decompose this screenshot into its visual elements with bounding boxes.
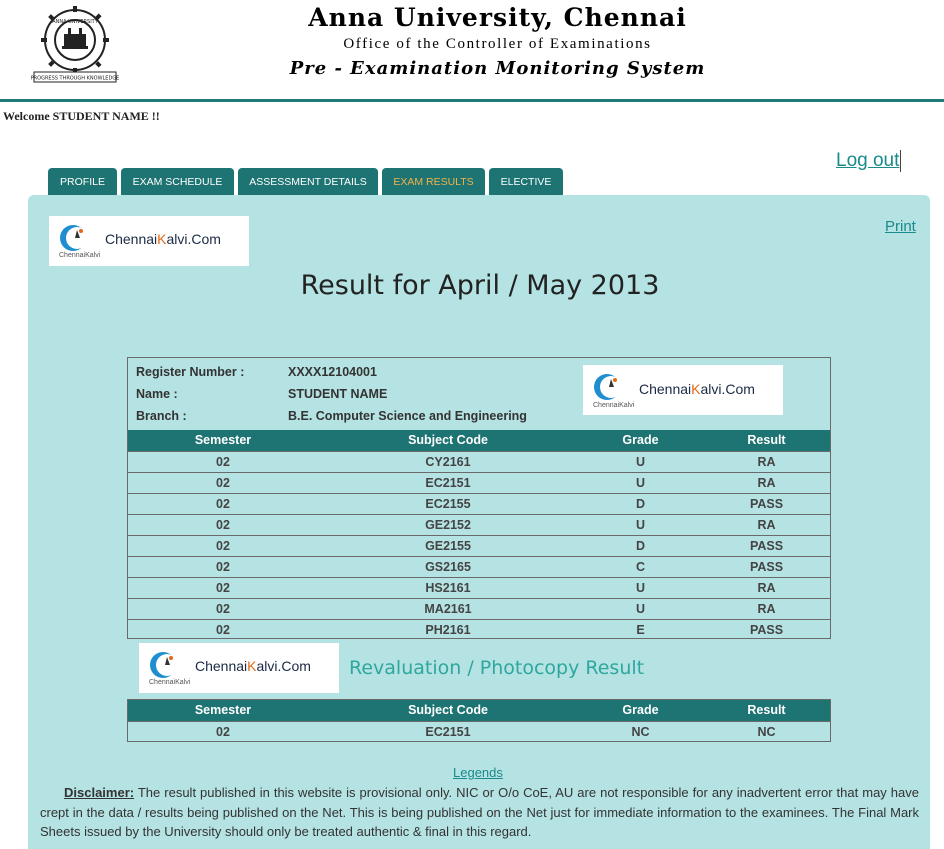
- legends-link[interactable]: Legends: [453, 765, 503, 780]
- table-cell: U: [578, 450, 703, 472]
- table-cell: 02: [128, 576, 318, 598]
- table-cell: NC: [703, 720, 830, 742]
- column-header: Grade: [578, 430, 703, 451]
- revaluation-title: Revaluation / Photocopy Result: [349, 657, 645, 679]
- table-cell: U: [578, 513, 703, 535]
- table-row: 02 GE2155 D PASS: [128, 534, 830, 556]
- revaluation-table-header: Semester Subject Code Grade Result: [128, 700, 830, 721]
- table-cell: D: [578, 534, 703, 556]
- disclaimer-body: The result published in this website is …: [40, 785, 919, 839]
- table-cell: PASS: [703, 534, 830, 556]
- table-cell: U: [578, 576, 703, 598]
- name-label: Name :: [136, 387, 178, 401]
- university-seal-icon: ANNA UNIVERSITY PROGRESS THROUGH KNOWLED…: [31, 6, 120, 83]
- table-cell: EC2151: [318, 471, 578, 493]
- table-cell: PH2161: [318, 618, 578, 640]
- tab-profile[interactable]: PROFILE: [48, 168, 117, 196]
- column-header: Semester: [128, 700, 318, 721]
- table-cell: PASS: [703, 492, 830, 514]
- table-cell: 02: [128, 597, 318, 619]
- table-cell: GE2152: [318, 513, 578, 535]
- welcome-message: Welcome STUDENT NAME !!: [3, 109, 160, 123]
- table-cell: CY2161: [318, 450, 578, 472]
- table-cell: 02: [128, 555, 318, 577]
- disclaimer-text: Disclaimer: The result published in this…: [40, 783, 919, 842]
- logout-link[interactable]: Log out: [836, 150, 902, 172]
- table-cell: U: [578, 471, 703, 493]
- table-cell: C: [578, 555, 703, 577]
- table-cell: RA: [703, 513, 830, 535]
- page-header: ANNA UNIVERSITY PROGRESS THROUGH KNOWLED…: [0, 0, 944, 100]
- table-cell: RA: [703, 471, 830, 493]
- register-number-value: XXXX12104001: [288, 365, 377, 379]
- tab-elective[interactable]: ELECTIVE: [489, 168, 563, 196]
- table-cell: RA: [703, 576, 830, 598]
- table-cell: D: [578, 492, 703, 514]
- system-title: Pre - Examination Monitoring System: [289, 58, 706, 79]
- table-cell: MA2161: [318, 597, 578, 619]
- table-cell: PASS: [703, 555, 830, 577]
- table-cell: EC2151: [318, 720, 578, 742]
- table-cell: 02: [128, 534, 318, 556]
- table-cell: 02: [128, 513, 318, 535]
- table-row: 02 EC2155 D PASS: [128, 492, 830, 514]
- table-cell: 02: [128, 618, 318, 640]
- column-header: Grade: [578, 700, 703, 721]
- watermark-emblem-icon: [150, 652, 178, 678]
- branch-value: B.E. Computer Science and Engineering: [288, 409, 527, 423]
- header-divider: [0, 99, 944, 102]
- branch-label: Branch :: [136, 409, 187, 423]
- table-cell: EC2155: [318, 492, 578, 514]
- name-value: STUDENT NAME: [288, 387, 388, 401]
- column-header: Result: [703, 700, 830, 721]
- revaluation-table: Semester Subject Code Grade Result 02 EC2…: [128, 700, 830, 742]
- table-row: 02 PH2161 E PASS: [128, 618, 830, 640]
- watermark-emblem-icon: [594, 374, 622, 400]
- table-cell: E: [578, 618, 703, 640]
- table-row: 02 EC2151 U RA: [128, 471, 830, 493]
- register-number-label: Register Number :: [136, 365, 245, 379]
- table-cell: GE2155: [318, 534, 578, 556]
- watermark-logo: ChennaiKalvi.Com ChennaiKalvi: [583, 365, 783, 415]
- table-cell: RA: [703, 597, 830, 619]
- results-table-header: Semester Subject Code Grade Result: [128, 430, 830, 451]
- result-title: Result for April / May 2013: [300, 270, 660, 301]
- table-cell: HS2161: [318, 576, 578, 598]
- tab-exam-results[interactable]: EXAM RESULTS: [382, 168, 485, 196]
- disclaimer-heading: Disclaimer:: [64, 785, 135, 800]
- table-row: 02 GS2165 C PASS: [128, 555, 830, 577]
- table-cell: 02: [128, 492, 318, 514]
- table-cell: 02: [128, 471, 318, 493]
- watermark-logo: ChennaiKalvi.Com ChennaiKalvi: [49, 216, 249, 266]
- table-cell: GS2165: [318, 555, 578, 577]
- svg-text:PROGRESS THROUGH KNOWLEDGE: PROGRESS THROUGH KNOWLEDGE: [31, 76, 120, 82]
- results-table: Semester Subject Code Grade Result 02 CY2…: [128, 430, 830, 640]
- table-row: 02 GE2152 U RA: [128, 513, 830, 535]
- watermark-logo: ChennaiKalvi.Com ChennaiKalvi: [139, 643, 339, 693]
- column-header: Result: [703, 430, 830, 451]
- column-header: Subject Code: [318, 430, 578, 451]
- table-row: 02 MA2161 U RA: [128, 597, 830, 619]
- table-cell: PASS: [703, 618, 830, 640]
- table-row: 02 HS2161 U RA: [128, 576, 830, 598]
- office-subtitle: Office of the Controller of Examinations: [343, 36, 652, 52]
- table-row: 02 EC2151 NC NC: [128, 720, 830, 742]
- table-cell: RA: [703, 450, 830, 472]
- svg-text:ANNA UNIVERSITY: ANNA UNIVERSITY: [52, 19, 99, 25]
- table-row: 02 CY2161 U RA: [128, 450, 830, 472]
- university-title: Anna University, Chennai: [308, 3, 687, 32]
- tab-exam-schedule[interactable]: EXAM SCHEDULE: [121, 168, 234, 196]
- table-cell: 02: [128, 720, 318, 742]
- column-header: Subject Code: [318, 700, 578, 721]
- tab-assessment-details[interactable]: ASSESSMENT DETAILS: [238, 168, 378, 196]
- table-cell: U: [578, 597, 703, 619]
- print-link[interactable]: Print: [885, 218, 916, 235]
- table-cell: NC: [578, 720, 703, 742]
- column-header: Semester: [128, 430, 318, 451]
- table-cell: 02: [128, 450, 318, 472]
- watermark-emblem-icon: [60, 225, 88, 251]
